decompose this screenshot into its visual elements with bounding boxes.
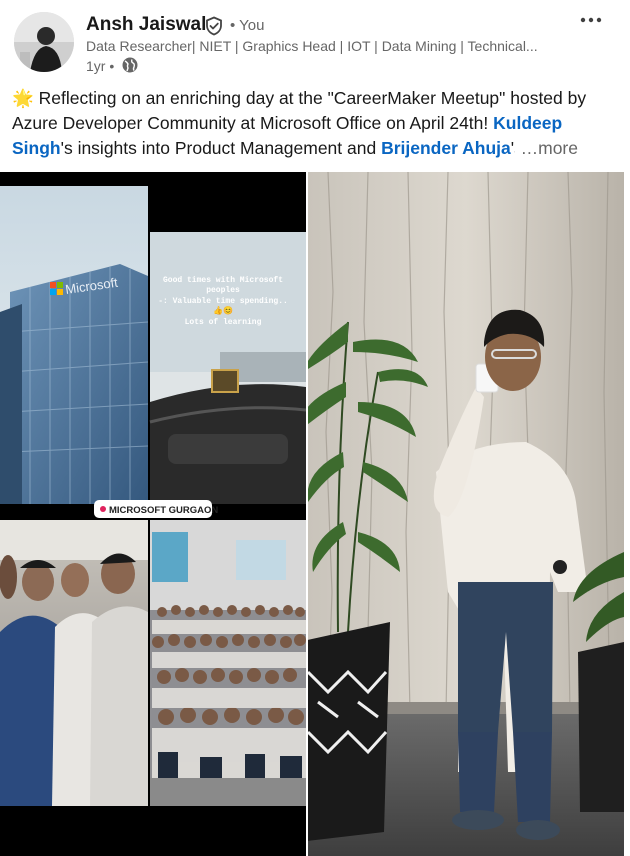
see-more-button[interactable]: …more: [514, 136, 578, 161]
globe-icon: [122, 57, 138, 73]
star-emoji: 🌟: [12, 88, 34, 108]
location-tag-text: MICROSOFT GURGAON: [109, 505, 218, 516]
post-text: 🌟 Reflecting on an enriching day at the …: [12, 86, 618, 161]
author-avatar[interactable]: [14, 12, 74, 72]
person-photo[interactable]: [308, 172, 624, 856]
caption-line-3: -: Valuable time spending..: [158, 297, 288, 306]
caption-line-2: peoples: [206, 286, 240, 295]
you-label: • You: [230, 17, 265, 34]
caption-emoji: 👍😊: [213, 305, 233, 316]
post-time: 1yr •: [86, 58, 115, 74]
collage-image[interactable]: Microsoft Good times with Microsoft peop…: [0, 172, 306, 856]
post-text-part2: 's insights into Product Management and: [60, 138, 382, 158]
caption-line-1: Good times with Microsoft: [163, 276, 283, 285]
shield-check-icon: [206, 16, 222, 36]
author-name[interactable]: Ansh Jaiswal: [86, 14, 206, 36]
post-card: Ansh Jaiswal • You Data Researcher| NIET…: [0, 0, 630, 856]
more-horizontal-icon: [580, 17, 602, 23]
post-media[interactable]: Microsoft Good times with Microsoft peop…: [0, 172, 630, 856]
author-headline: Data Researcher| NIET | Graphics Head | …: [86, 38, 538, 54]
mention-brijender-ahuja[interactable]: Brijender Ahuja: [381, 138, 511, 158]
more-options-button[interactable]: [575, 6, 607, 34]
caption-line-4: Lots of learning: [185, 318, 262, 327]
